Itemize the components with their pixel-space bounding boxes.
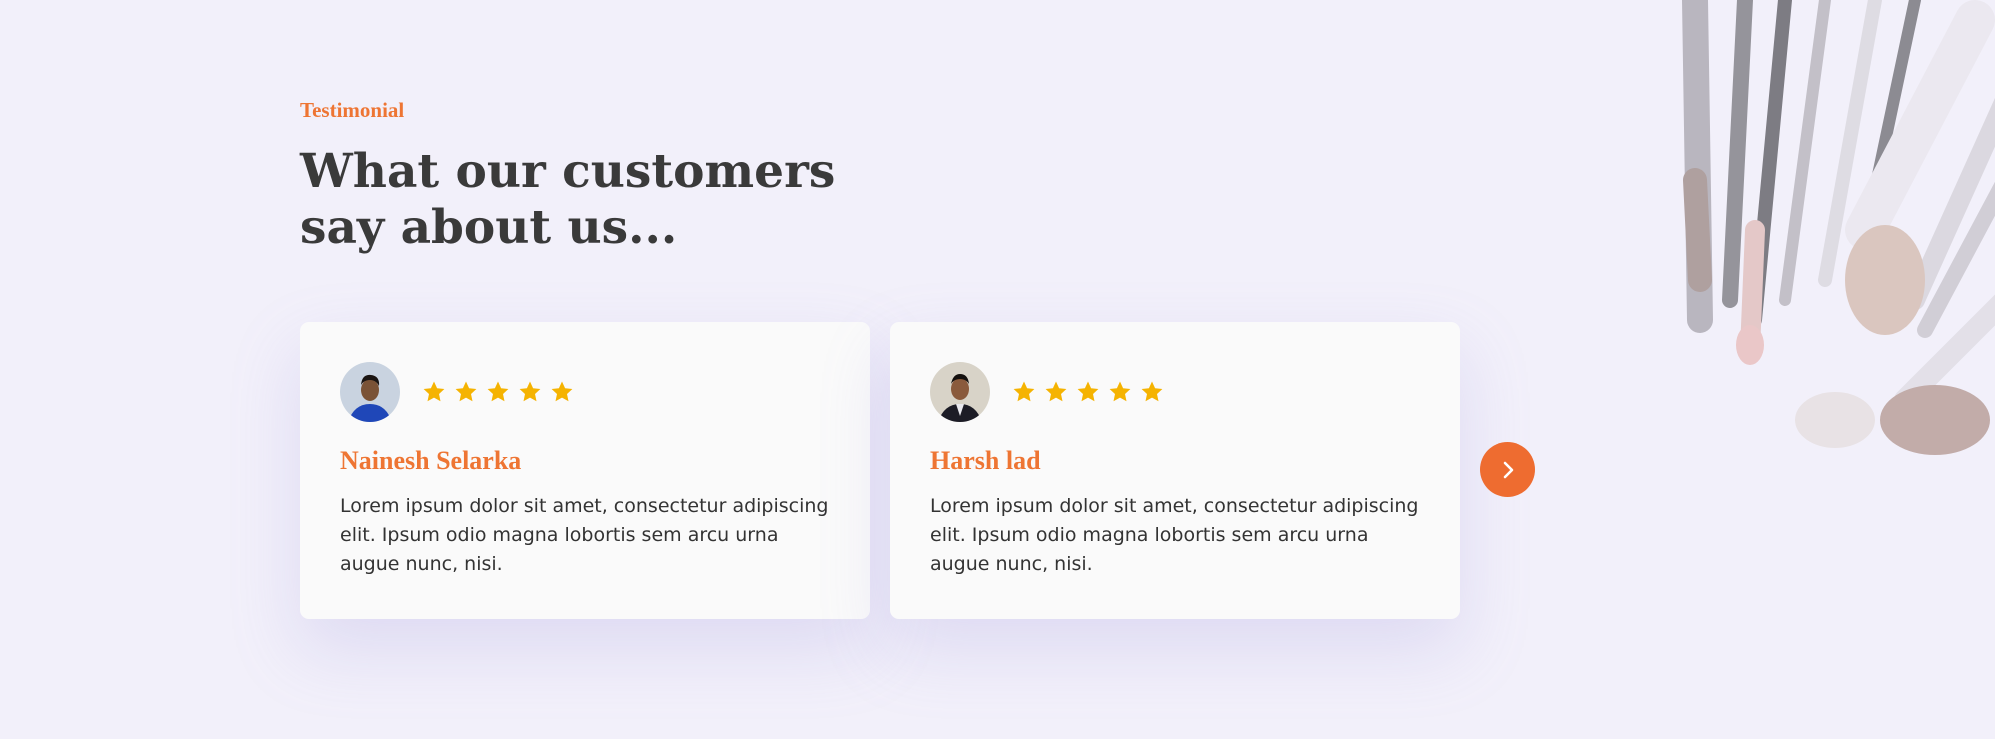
star-icon: [423, 381, 445, 402]
avatar: [930, 362, 990, 422]
star-icon: [1045, 381, 1067, 402]
rating-stars: [1012, 380, 1164, 404]
star-icon: [455, 381, 477, 402]
rating-stars: [422, 380, 574, 404]
next-button[interactable]: [1480, 442, 1535, 497]
star-icon: [1077, 381, 1099, 402]
customer-name: Nainesh Selarka: [340, 446, 522, 475]
star-icon: [519, 381, 541, 402]
customer-name: Harsh lad: [930, 446, 1041, 475]
avatar: [340, 362, 400, 422]
star-icon: [551, 381, 573, 402]
star-icon: [1013, 381, 1035, 402]
star-icon: [487, 381, 509, 402]
testimonial-card: Nainesh Selarka Lorem ipsum dolor sit am…: [300, 322, 870, 619]
testimonial-card: Harsh lad Lorem ipsum dolor sit amet, co…: [890, 322, 1460, 619]
section-heading: What our customers say about us...: [300, 144, 836, 255]
testimonial-text: Lorem ipsum dolor sit amet, consectetur …: [340, 495, 829, 575]
chevron-right-icon: [1503, 461, 1513, 478]
star-icon: [1109, 381, 1131, 402]
testimonial-text: Lorem ipsum dolor sit amet, consectetur …: [930, 495, 1419, 575]
makeup-brushes-image: [1682, 0, 1995, 455]
section-eyebrow: Testimonial: [300, 98, 405, 122]
testimonial-carousel: Nainesh Selarka Lorem ipsum dolor sit am…: [300, 322, 1460, 619]
star-icon: [1141, 381, 1163, 402]
